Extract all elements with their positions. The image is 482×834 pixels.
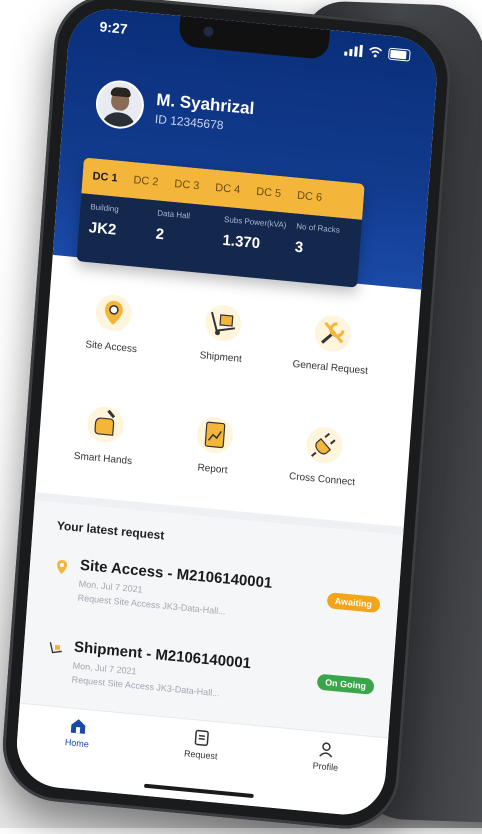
battery-icon [387, 47, 411, 62]
menu-label: Report [197, 462, 228, 477]
info-value: JK2 [88, 219, 117, 239]
menu-smart-hands[interactable]: Smart Hands [45, 399, 161, 501]
tab-dc5[interactable]: DC 5 [256, 186, 282, 200]
tab-dc3[interactable]: DC 3 [174, 178, 200, 192]
menu-label: Smart Hands [73, 450, 133, 468]
signal-icon [344, 43, 363, 58]
info-building: Building JK2 [86, 202, 148, 275]
tab-label: Request [183, 748, 218, 762]
info-value: 2 [155, 225, 165, 244]
status-badge: Awaiting [326, 592, 381, 614]
info-label: Building [90, 202, 120, 214]
wifi-icon [369, 47, 383, 58]
location-pin-icon [57, 560, 68, 575]
request-date: Mon, Jul 7 2021 [78, 578, 143, 595]
info-value: 1.370 [221, 231, 261, 253]
status-badge: On Going [316, 673, 375, 695]
hand-wrench-icon [87, 406, 124, 443]
info-label: Subs Power(kVA) [223, 214, 287, 230]
tab-home[interactable]: Home [65, 716, 91, 749]
info-value: 3 [294, 238, 304, 257]
user-icon [319, 742, 333, 758]
menu-report[interactable]: Report [155, 410, 271, 512]
report-icon [197, 416, 233, 453]
info-subs-power: Subs Power(kVA) 1.370 [219, 214, 287, 288]
tab-request[interactable]: Request [184, 727, 220, 761]
info-data-hall: Data Hall 2 [153, 209, 215, 282]
request-description: Request Site Access JK3-Data-Hall... [77, 592, 227, 617]
service-menu: Site Access Shipment General Request Sma… [45, 288, 389, 523]
menu-shipment[interactable]: Shipment [163, 298, 279, 400]
menu-label: Cross Connect [288, 471, 356, 489]
menu-label: Shipment [199, 350, 243, 366]
home-indicator [143, 783, 254, 799]
status-time: 9:27 [99, 18, 129, 37]
info-label: Data Hall [156, 208, 191, 221]
home-icon [70, 719, 86, 734]
tab-label: Profile [312, 760, 339, 773]
menu-label: General Request [292, 358, 369, 377]
tools-icon [314, 315, 351, 352]
hand-truck-icon [49, 642, 62, 654]
location-pin-icon [95, 294, 132, 331]
request-date: Mon, Jul 7 2021 [72, 660, 137, 677]
section-title: Your latest request [56, 518, 165, 543]
avatar[interactable] [94, 78, 146, 131]
info-racks: No of Racks 3 [292, 222, 354, 288]
tab-dc6[interactable]: DC 6 [297, 190, 323, 204]
request-icon [194, 729, 210, 747]
menu-general-request[interactable]: General Request [273, 308, 389, 410]
info-label: No of Racks [296, 221, 341, 235]
tab-dc1[interactable]: DC 1 [92, 170, 118, 184]
tab-dc2[interactable]: DC 2 [133, 174, 159, 188]
menu-site-access[interactable]: Site Access [54, 288, 170, 390]
phone-frame: 9:27 M. Syahrizal ID 12345678 DC 1 DC 2 … [0, 0, 455, 834]
menu-label: Site Access [84, 339, 138, 356]
tab-dc4[interactable]: DC 4 [215, 182, 241, 196]
hand-truck-icon [205, 305, 242, 342]
plug-icon [306, 427, 343, 464]
tab-profile[interactable]: Profile [312, 740, 340, 773]
app-screen: 9:27 M. Syahrizal ID 12345678 DC 1 DC 2 … [13, 5, 440, 819]
tab-label: Home [64, 737, 90, 750]
request-description: Request Site Access JK3-Data-Hall... [71, 674, 221, 699]
menu-cross-connect[interactable]: Cross Connect [264, 420, 380, 522]
